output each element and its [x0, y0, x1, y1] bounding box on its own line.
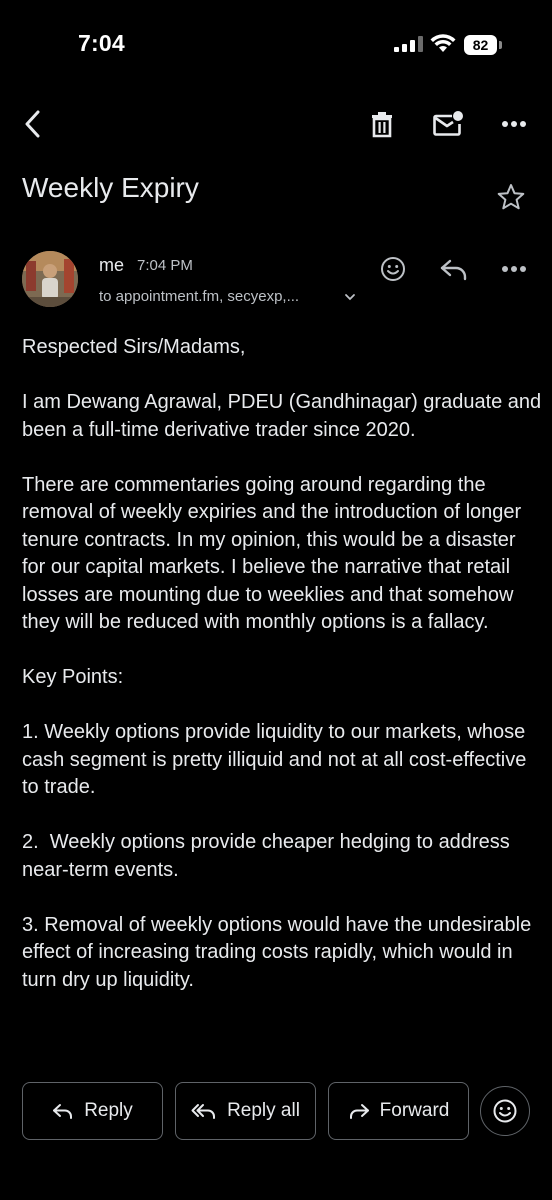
battery-indicator: 82: [464, 35, 504, 55]
reply-label: Reply: [84, 1100, 133, 1121]
mail-unread-icon: [433, 111, 463, 136]
body-paragraph: Respected Sirs/Madams,: [22, 336, 246, 358]
more-horizontal-icon: [502, 121, 526, 127]
more-horizontal-icon: [502, 266, 526, 272]
forward-button[interactable]: Forward: [328, 1082, 469, 1140]
body-paragraph: There are commentaries going around rega…: [22, 473, 527, 634]
reply-icon-button[interactable]: [437, 254, 471, 284]
sender-avatar[interactable]: [22, 251, 78, 307]
message-more-button[interactable]: [498, 254, 530, 284]
chevron-down-icon[interactable]: [343, 290, 357, 304]
delete-button[interactable]: [366, 106, 398, 142]
forward-icon: [349, 1104, 369, 1119]
body-paragraph: I am Dewang Agrawal, PDEU (Gandhinagar) …: [22, 391, 547, 441]
body-paragraph: 3. Removal of weekly options would have …: [22, 913, 537, 991]
smiley-icon: [493, 1099, 517, 1123]
wifi-icon: [430, 34, 456, 52]
reply-all-icon: [191, 1104, 216, 1119]
body-paragraph: 2. Weekly options provide cheaper hedgin…: [22, 831, 516, 881]
reply-button[interactable]: Reply: [22, 1082, 163, 1140]
email-subject: Weekly Expiry: [22, 172, 199, 203]
cellular-signal-icon: [394, 36, 423, 52]
reply-icon: [53, 1104, 73, 1119]
back-button[interactable]: [16, 106, 50, 142]
sender-name: me: [99, 255, 125, 275]
recipients-summary[interactable]: to appointment.fm, secyexp,...: [99, 288, 299, 305]
more-options-button[interactable]: [498, 106, 530, 142]
reply-icon: [440, 259, 467, 281]
add-reaction-button[interactable]: [378, 254, 408, 284]
star-button[interactable]: [494, 180, 528, 214]
chevron-left-icon: [25, 110, 40, 138]
smiley-icon: [381, 257, 405, 281]
forward-label: Forward: [379, 1100, 450, 1121]
emoji-reaction-button[interactable]: [480, 1086, 530, 1136]
reply-all-label: Reply all: [227, 1100, 300, 1121]
status-time: 7:04: [78, 30, 125, 56]
sent-time: 7:04 PM: [137, 257, 193, 274]
reply-all-button[interactable]: Reply all: [175, 1082, 316, 1140]
avatar-photo: [22, 251, 78, 307]
battery-level: 82: [464, 35, 497, 55]
star-icon: [497, 184, 525, 210]
body-paragraph: 1. Weekly options provide liquidity to o…: [22, 721, 532, 798]
mark-unread-button[interactable]: [430, 106, 466, 142]
email-body: Respected Sirs/Madams, I am Dewang Agraw…: [22, 334, 542, 1022]
body-paragraph: Key Points:: [22, 666, 124, 688]
trash-icon: [372, 112, 392, 138]
